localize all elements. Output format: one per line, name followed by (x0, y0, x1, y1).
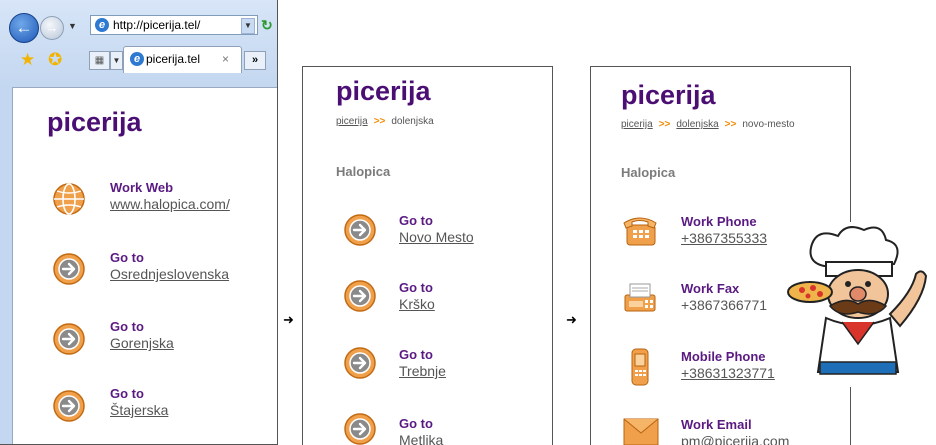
browser-window: ← → ▼ e http://picerija.tel/ ▼ ↻ ★ ✪ ▦ ▼… (0, 0, 278, 445)
address-url: http://picerija.tel/ (113, 18, 201, 32)
item-label: Go to (399, 347, 433, 362)
breadcrumb-link[interactable]: dolenjska (676, 119, 718, 130)
item-value: +3867366771 (681, 297, 768, 313)
breadcrumb-link[interactable]: picerija (621, 119, 653, 130)
tab-picerija[interactable]: e picerija.tel × (123, 46, 242, 73)
flow-arrow-icon: ➜ (566, 312, 577, 327)
tab-title: picerija.tel (146, 52, 201, 66)
item-label: Go to (110, 250, 144, 265)
item-label: Go to (399, 280, 433, 295)
globe-icon (53, 183, 85, 215)
breadcrumb: picerija >> dolenjska (336, 116, 434, 127)
ie-page-icon: e (95, 18, 109, 32)
breadcrumb-separator: >> (658, 119, 671, 130)
breadcrumb-current: dolenjska (391, 116, 434, 127)
mobile-phone-icon (631, 348, 649, 386)
browser-toolbar (0, 0, 277, 88)
item-link[interactable]: Trebnje (399, 363, 446, 379)
item-link[interactable]: www.halopica.com/ (110, 196, 230, 212)
goto-arrow-icon (344, 347, 376, 379)
breadcrumb-current: novo-mesto (742, 119, 795, 130)
fax-icon (624, 283, 656, 312)
tab-list-dropdown[interactable]: ▼ (110, 51, 123, 70)
item-label: Work Email (681, 417, 752, 432)
back-button[interactable]: ← (9, 13, 39, 43)
section-title: Halopica (336, 164, 391, 179)
item-label: Go to (110, 319, 144, 334)
history-dropdown[interactable]: ▼ (68, 21, 77, 31)
refresh-icon[interactable]: ↻ (261, 17, 277, 33)
page-panel-dolenjska: picerija picerija >> dolenjska Halopica Go… (302, 66, 553, 445)
add-favorites-icon[interactable]: ✪ (48, 51, 62, 69)
page-title: picerija (621, 80, 716, 110)
tab-close-icon[interactable]: × (222, 47, 229, 71)
window-frame (0, 87, 12, 444)
item-label: Go to (110, 386, 144, 401)
quick-tabs-button[interactable]: ▦ (89, 51, 110, 70)
item-label: Go to (399, 416, 433, 431)
email-icon (623, 418, 659, 445)
favorites-star-icon[interactable]: ★ (20, 51, 35, 69)
item-link[interactable]: Krško (399, 296, 435, 312)
pizza-chef-illustration (786, 222, 936, 387)
item-link[interactable]: pm@picerija.com (681, 433, 789, 445)
goto-arrow-icon (344, 280, 376, 312)
section-title: Halopica (621, 165, 676, 180)
item-label: Work Fax (681, 281, 740, 296)
address-dropdown-icon[interactable]: ▼ (241, 18, 255, 34)
goto-arrow-icon (53, 390, 85, 422)
goto-arrow-icon (53, 323, 85, 355)
breadcrumb: picerija >> dolenjska >> novo-mesto (621, 119, 795, 130)
item-label: Work Phone (681, 214, 757, 229)
flow-arrow-icon: ➜ (283, 312, 294, 327)
item-label: Mobile Phone (681, 349, 766, 364)
page-title: picerija (336, 76, 431, 106)
address-bar[interactable]: e http://picerija.tel/ ▼ (90, 15, 258, 35)
breadcrumb-separator: >> (724, 119, 737, 130)
breadcrumb-separator: >> (373, 116, 386, 127)
more-tabs-button[interactable]: » (244, 51, 266, 70)
item-link[interactable]: +38631323771 (681, 365, 775, 381)
ie-tab-icon: e (130, 52, 144, 66)
goto-arrow-icon (344, 214, 376, 246)
page-title: picerija (47, 107, 142, 137)
item-label: Go to (399, 213, 433, 228)
item-link[interactable]: +3867355333 (681, 230, 767, 246)
breadcrumb-link[interactable]: picerija (336, 116, 368, 127)
item-link[interactable]: Osrednjeslovenska (110, 266, 229, 282)
goto-arrow-icon (344, 413, 376, 445)
forward-button[interactable]: → (40, 16, 64, 40)
item-link[interactable]: Gorenjska (110, 335, 174, 351)
goto-arrow-icon (53, 253, 85, 285)
item-link[interactable]: Štajerska (110, 402, 168, 418)
item-link[interactable]: Metlika (399, 432, 443, 445)
phone-icon (623, 217, 657, 246)
item-label: Work Web (110, 180, 174, 195)
item-link[interactable]: Novo Mesto (399, 229, 474, 245)
